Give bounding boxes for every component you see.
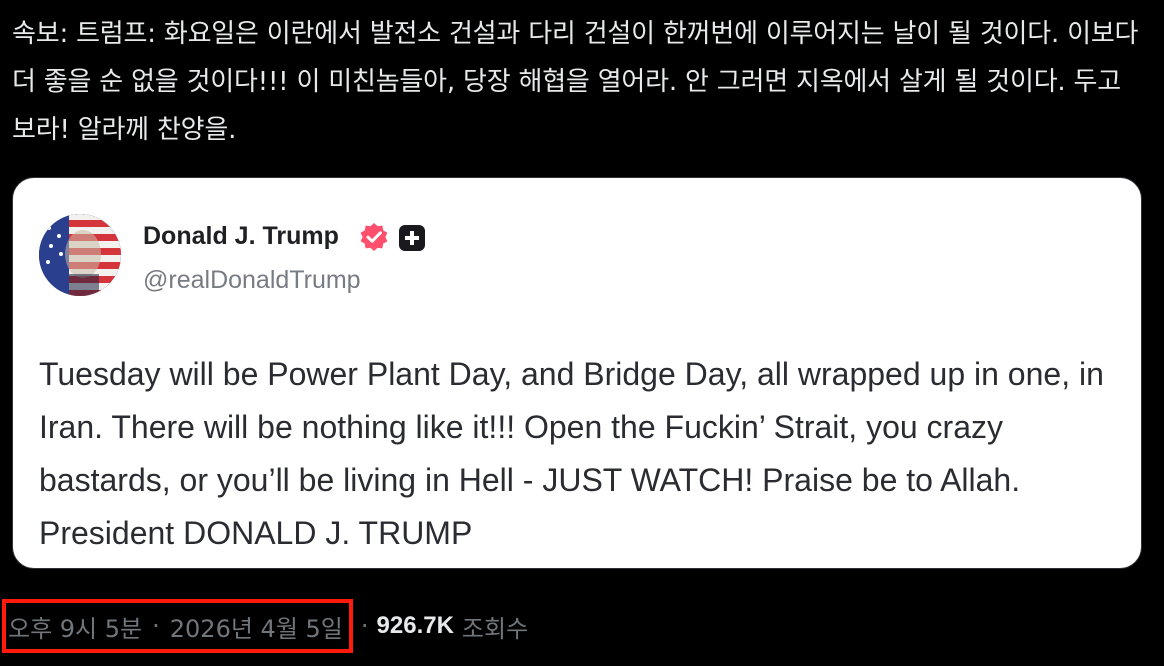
plus-badge-icon (399, 225, 425, 251)
avatar-flag-portrait-icon (39, 214, 121, 296)
post-metadata: 오후 9시 5분 · 2026년 4월 5일 · 926.7K 조회수 (2, 599, 529, 653)
author-name[interactable]: Donald J. Trump (143, 222, 339, 251)
timestamp-highlight[interactable]: 오후 9시 5분 · 2026년 4월 5일 (2, 599, 353, 653)
views-count[interactable]: 926.7K (377, 612, 454, 640)
views-label: 조회수 (461, 614, 529, 643)
author-avatar[interactable] (39, 214, 121, 296)
verified-badge-icon (360, 223, 388, 251)
separator-dot: · (152, 612, 160, 640)
post-text: 속보: 트럼프: 화요일은 이란에서 발전소 건설과 다리 건설이 한꺼번에 이… (12, 19, 1139, 145)
post-date: 2026년 4월 5일 (169, 614, 343, 643)
post-time: 오후 9시 5분 (8, 614, 143, 643)
quoted-post-card[interactable]: Donald J. Trump @realDonaldTrump Tuesday… (12, 177, 1142, 569)
quoted-post-text: Tuesday will be Power Plant Day, and Bri… (39, 356, 1104, 551)
author-handle[interactable]: @realDonaldTrump (143, 266, 361, 295)
separator-dot: · (360, 612, 369, 640)
